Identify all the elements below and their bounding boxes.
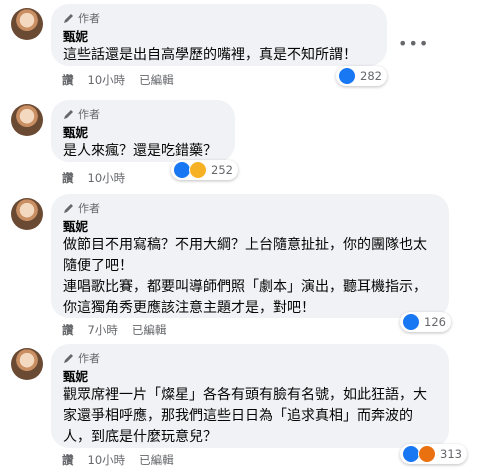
haha-reaction-icon: [189, 161, 207, 179]
edited-label: 已編輯: [139, 73, 174, 87]
like-reaction-icon: [338, 67, 356, 85]
comment-text: 做節目不用寫稿？不用大綱？上台隨意扯扯，你的團隊也太隨便了吧！ 連唱歌比賽，都要…: [63, 237, 427, 316]
edited-label: 已編輯: [139, 453, 174, 467]
author-badge: 作者: [63, 200, 437, 216]
comment-actions: 讚 7小時 已編輯: [62, 322, 166, 338]
like-reaction-icon: [402, 313, 420, 331]
reaction-summary[interactable]: 252: [171, 160, 238, 180]
author-name[interactable]: 甄妮: [63, 368, 437, 385]
author-badge: 作者: [63, 10, 375, 26]
comment-bubble: 作者 甄妮 是人來瘋？還是吃錯藥？: [51, 100, 235, 162]
reaction-count: 282: [360, 69, 382, 83]
reaction-count: 126: [424, 315, 446, 329]
timestamp[interactable]: 7小時: [88, 322, 118, 338]
comment-actions: 讚 10小時 已編輯: [62, 72, 174, 88]
timestamp[interactable]: 10小時: [88, 72, 126, 88]
reaction-count: 252: [211, 163, 233, 177]
avatar[interactable]: [11, 104, 43, 136]
avatar[interactable]: [11, 8, 43, 40]
like-action[interactable]: 讚: [62, 322, 74, 338]
timestamp[interactable]: 10小時: [88, 452, 126, 468]
reaction-summary[interactable]: 313: [400, 444, 467, 464]
comment-bubble: 作者 甄妮 這些話還是出自高學歷的嘴裡，真是不知所謂！: [51, 4, 387, 66]
comment-actions: 讚 10小時 已編輯: [62, 452, 174, 468]
reaction-count: 313: [440, 447, 462, 461]
comment-bubble: 作者 甄妮 觀眾席裡一片「燦星」各各有頭有臉有名號，如此狂語，大家還爭相呼應，那…: [51, 344, 449, 448]
author-name[interactable]: 甄妮: [63, 28, 375, 45]
pen-icon: [64, 354, 73, 363]
avatar[interactable]: [11, 348, 43, 380]
more-options-button[interactable]: •••: [398, 34, 429, 53]
like-action[interactable]: 讚: [62, 452, 74, 468]
author-badge: 作者: [63, 350, 437, 366]
author-name[interactable]: 甄妮: [63, 218, 437, 235]
reaction-summary[interactable]: 282: [336, 66, 387, 86]
avatar[interactable]: [11, 198, 43, 230]
comment-actions: 讚 10小時: [62, 170, 125, 186]
comment-bubble: 作者 甄妮 做節目不用寫稿？不用大綱？上台隨意扯扯，你的團隊也太隨便了吧！ 連唱…: [51, 194, 449, 318]
author-badge: 作者: [63, 106, 223, 122]
comment-text: 這些話還是出自高學歷的嘴裡，真是不知所謂！: [63, 47, 357, 63]
reaction-summary[interactable]: 126: [400, 312, 451, 332]
author-name[interactable]: 甄妮: [63, 124, 223, 141]
edited-label: 已編輯: [131, 323, 167, 337]
timestamp[interactable]: 10小時: [88, 170, 126, 186]
angry-reaction-icon: [418, 445, 436, 463]
comment-text: 是人來瘋？還是吃錯藥？: [63, 143, 217, 159]
comment-text: 觀眾席裡一片「燦星」各各有頭有臉有名號，如此狂語，大家還爭相呼應，那我們這些日日…: [63, 387, 427, 445]
like-action[interactable]: 讚: [62, 170, 74, 186]
pen-icon: [64, 14, 73, 23]
like-action[interactable]: 讚: [62, 72, 74, 88]
pen-icon: [64, 204, 73, 213]
pen-icon: [64, 110, 73, 119]
